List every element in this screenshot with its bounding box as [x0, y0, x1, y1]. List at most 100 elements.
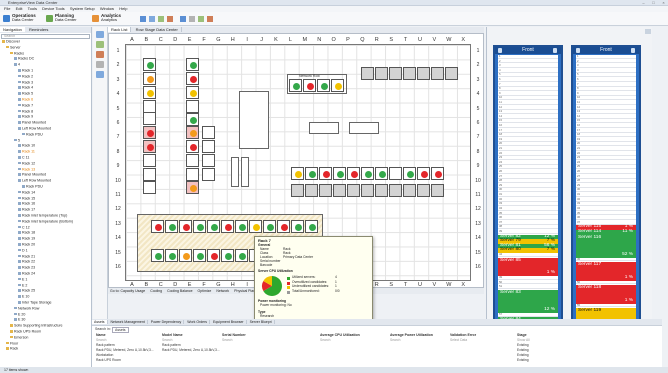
rack-tile[interactable] — [186, 58, 199, 71]
tree-item[interactable]: Sollo Supporting Infrastructure — [10, 324, 63, 328]
tab-rack-list[interactable]: Rack List — [108, 27, 132, 32]
tree-item[interactable]: Rack 4 — [18, 86, 33, 90]
tree-item[interactable]: Racks DC — [14, 57, 34, 61]
tree-item[interactable]: Rack 5 — [18, 92, 33, 96]
rack-tile[interactable] — [347, 184, 360, 197]
rack-tile[interactable] — [417, 184, 430, 197]
rack-tile[interactable] — [165, 249, 178, 262]
tree-item[interactable]: Rack PDU — [22, 132, 43, 137]
rack-tile[interactable] — [417, 167, 430, 180]
rack-tile[interactable] — [403, 167, 416, 180]
rack-tile[interactable] — [431, 167, 444, 180]
rack-tile[interactable] — [305, 167, 318, 180]
zoom-tool-icon[interactable] — [96, 61, 104, 68]
rack-tile[interactable] — [165, 220, 178, 233]
rack-tile[interactable] — [403, 67, 416, 80]
filter-input[interactable]: Search — [320, 338, 330, 342]
tree-item[interactable]: Panel Mounted — [18, 173, 46, 177]
filter-input[interactable]: Show All — [517, 338, 530, 342]
menu-help[interactable]: Help — [119, 6, 127, 11]
rack-tile[interactable] — [143, 72, 156, 85]
rack-tile[interactable] — [305, 220, 318, 233]
filter-input[interactable]: Search — [390, 338, 400, 342]
rack-tile[interactable] — [186, 126, 199, 139]
rack-tile[interactable] — [361, 67, 374, 80]
server-slot[interactable]: Server 116 52 % — [576, 234, 636, 258]
ribbon-toolbar-icons[interactable] — [140, 15, 240, 23]
rack-menu-icon[interactable] — [576, 48, 580, 53]
rack-tile[interactable] — [151, 220, 164, 233]
rack-tile[interactable] — [291, 167, 304, 180]
rack-tile[interactable] — [305, 184, 318, 197]
action-cooling[interactable]: Cooling — [148, 289, 164, 293]
rack-tile[interactable] — [186, 113, 199, 126]
rack-tile[interactable] — [186, 168, 199, 181]
rack-menu-icon[interactable] — [498, 48, 502, 53]
tree-item[interactable]: Rack 2 — [18, 74, 33, 79]
search-in-select[interactable]: Assets — [112, 327, 129, 333]
filter-input[interactable]: Search — [222, 338, 232, 342]
rack-tile[interactable] — [193, 220, 206, 233]
rack-tile[interactable] — [389, 67, 402, 80]
filter-input[interactable]: Search — [162, 338, 172, 342]
tab-network-management[interactable]: Network Management — [108, 320, 148, 324]
tree-item[interactable]: Rack 6 — [18, 97, 33, 102]
tree-item[interactable]: Network Row — [14, 306, 39, 311]
action-capacity-usage[interactable]: Go to: Capacity Usage — [108, 289, 147, 293]
rack-tool-icon[interactable] — [96, 71, 104, 78]
tree-item[interactable]: E 30 — [14, 318, 25, 322]
rack-tile[interactable] — [333, 167, 346, 180]
move-tool-icon[interactable] — [96, 41, 104, 48]
rack-expand-icon[interactable] — [553, 48, 557, 53]
panel-options-icon[interactable] — [645, 29, 651, 34]
tree-item[interactable]: Floor — [6, 341, 18, 346]
server-slot[interactable]: Server 85 1 % — [498, 257, 558, 276]
rack-tile[interactable] — [151, 249, 164, 262]
column-header[interactable]: Average Power Utilization — [390, 333, 433, 337]
tab-reminders[interactable]: Reminders — [26, 27, 51, 32]
tree-item[interactable]: D 1 — [18, 248, 28, 253]
tree-item[interactable]: Rack 13 — [18, 167, 35, 172]
rack-tile[interactable] — [375, 67, 388, 80]
server-slot[interactable]: Server 83 12 % — [498, 289, 558, 313]
draw-tool-icon[interactable] — [96, 51, 104, 58]
rack-tile[interactable] — [221, 249, 234, 262]
column-header[interactable]: Name — [96, 333, 106, 337]
tree-item[interactable]: Rack 19 — [18, 237, 35, 241]
tree-item[interactable]: Rack 21 — [18, 254, 35, 259]
rack-tile[interactable] — [186, 154, 199, 167]
column-header[interactable]: Stage — [517, 333, 527, 337]
rack-tile[interactable] — [143, 154, 156, 167]
rack-tile[interactable] — [263, 220, 276, 233]
tree-item[interactable]: Rack 18 — [18, 231, 35, 235]
tree-item[interactable]: Rack 16 — [18, 202, 35, 206]
rack-expand-icon[interactable] — [631, 48, 635, 53]
tree-item[interactable]: Rack PDU — [22, 184, 43, 189]
tree-item[interactable]: E 1 — [18, 277, 27, 282]
rack-tile[interactable] — [375, 184, 388, 197]
rack-tile[interactable] — [375, 167, 388, 180]
rack-tile[interactable] — [361, 184, 374, 197]
rack-tile[interactable] — [143, 126, 156, 139]
rack-tile[interactable] — [186, 100, 199, 113]
rack-tile[interactable] — [186, 181, 199, 194]
tab-row-stage[interactable]: Row Stage Data Center — [132, 27, 182, 32]
tree-item[interactable]: Rack 25 — [18, 289, 35, 293]
menu-edit[interactable]: Edit — [16, 6, 23, 11]
column-header[interactable]: Model Name — [162, 333, 183, 337]
rack-tile[interactable] — [143, 168, 156, 181]
rack-tile[interactable] — [277, 220, 290, 233]
tree-item[interactable]: C 11 — [18, 155, 29, 160]
rack-tile[interactable] — [417, 67, 430, 80]
menu-device-tools[interactable]: Device Tools — [42, 6, 65, 11]
tree-item[interactable]: Rack 15 — [18, 196, 35, 201]
tab-assets[interactable]: Assets — [92, 320, 108, 324]
rack-tile[interactable] — [249, 220, 262, 233]
rack-tile[interactable] — [361, 167, 374, 180]
tree-item[interactable]: C 12 — [18, 225, 30, 230]
rack-tile[interactable] — [186, 72, 199, 85]
tree-item[interactable]: Rack 24 — [18, 271, 35, 276]
server-slot[interactable]: Server 80 7 % — [498, 247, 558, 253]
rack-tile[interactable] — [207, 220, 220, 233]
tree-item[interactable]: Rack 8 — [18, 109, 33, 114]
